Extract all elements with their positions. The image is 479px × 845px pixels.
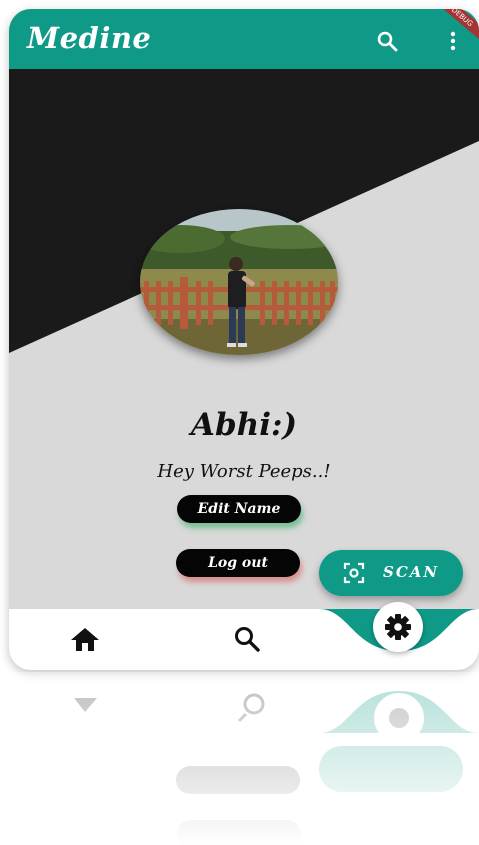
search-icon[interactable] (232, 624, 262, 654)
app-screen: Medine DEBUG Abhi:) Hey Worst Peeps..! E… (9, 9, 479, 670)
bottom-navigation (9, 602, 479, 670)
nav-settings-button[interactable] (373, 602, 423, 652)
app-title: Medine (27, 21, 152, 55)
profile-name: Abhi:) (190, 407, 298, 443)
more-vert-icon[interactable] (447, 29, 459, 53)
screen-reflection (9, 672, 479, 845)
logout-button[interactable]: Log out (176, 549, 300, 577)
profile-status: Hey Worst Peeps..! (157, 461, 331, 482)
reflection-fade (9, 672, 479, 845)
scan-label: SCAN (383, 563, 440, 581)
search-icon[interactable] (375, 29, 399, 53)
scan-frame-icon (343, 562, 365, 584)
profile-avatar[interactable] (140, 209, 338, 355)
gear-icon (385, 614, 411, 640)
edit-name-button[interactable]: Edit Name (177, 495, 301, 523)
app-bar: Medine DEBUG (9, 9, 479, 69)
home-icon[interactable] (69, 626, 101, 652)
avatar-photo (140, 209, 338, 355)
scan-button[interactable]: SCAN (319, 550, 463, 596)
